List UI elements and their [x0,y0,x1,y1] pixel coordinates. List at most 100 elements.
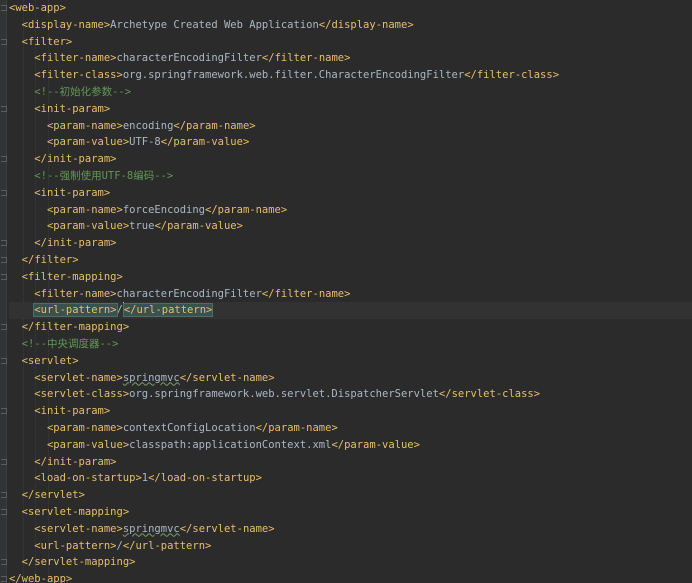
tag-bracket: > [103,186,111,199]
code-editor[interactable]: <web-app> <display-name>Archetype Create… [0,0,692,583]
code-line[interactable]: <filter-mapping> [9,269,692,286]
code-line[interactable]: </filter> [9,252,692,269]
code-line[interactable]: </web-app> [9,571,692,583]
fold-marker[interactable] [1,408,7,415]
tag-bracket: > [331,421,338,434]
tag-bracket: </ [160,136,174,149]
element-text: characterEncodingFilter [116,52,262,65]
open-tag-name: param-value [53,438,123,451]
code-line[interactable]: <init-param> [9,185,692,202]
open-tag-name: filter-name [40,287,111,300]
tag-bracket: </ [21,253,35,266]
code-line[interactable]: <filter-name>characterEncodingFilter</fi… [9,50,692,67]
close-tag: </url-pattern> [123,540,212,552]
fold-gutter[interactable] [0,0,7,583]
tag-bracket: > [206,304,213,317]
fold-end-marker[interactable] [1,492,7,499]
code-line[interactable]: <url-pattern>/</url-pattern> [9,302,692,320]
tag-bracket: > [72,354,79,367]
close-tag-name: param-name [186,119,250,132]
xml-comment: <!--强制使用UTF-8编码--> [34,169,174,182]
fold-marker[interactable] [1,189,7,196]
code-line[interactable]: <url-pattern>/</url-pattern> [9,538,692,555]
code-area[interactable]: <web-app> <display-name>Archetype Create… [9,0,692,583]
code-line[interactable]: <filter> [9,34,692,51]
close-tag-name: filter-class [476,69,553,82]
tag-bracket: > [268,371,275,384]
code-line[interactable]: <!--初始化参数--> [9,84,692,101]
tag-bracket: </ [261,52,275,65]
close-tag-name: param-name [268,421,332,434]
open-tag: <servlet-class> [34,388,129,400]
close-tag-name: filter [34,253,73,266]
close-tag: </param-name> [205,204,287,216]
open-tag-name: servlet-class [40,388,123,401]
tag-bracket: </ [34,455,47,468]
code-line[interactable]: </init-param> [9,151,692,168]
code-line[interactable]: <web-app> [9,0,692,17]
code-line[interactable]: <param-name>encoding</param-name> [9,118,692,135]
fold-end-marker[interactable] [1,324,7,331]
tag-bracket: > [205,539,212,552]
code-line[interactable]: <servlet-mapping> [9,504,692,521]
close-tag-name: url-pattern [135,539,206,552]
code-line[interactable]: <param-value>UTF-8</param-value> [9,134,692,151]
code-line[interactable]: </servlet> [9,487,692,504]
tag-bracket: > [78,489,85,502]
fold-end-marker[interactable] [1,156,7,163]
code-line[interactable]: <init-param> [9,403,692,420]
code-line[interactable]: <param-name>forceEncoding</param-name> [9,202,692,219]
code-line[interactable]: <init-param> [9,101,692,118]
open-tag-name: servlet [27,354,73,367]
code-line[interactable]: <!--强制使用UTF-8编码--> [9,168,692,185]
code-line[interactable]: </init-param> [9,454,692,471]
fold-marker[interactable] [1,38,7,45]
tag-bracket: </ [255,421,269,434]
fold-marker[interactable] [1,509,7,515]
fold-marker[interactable] [1,5,7,11]
code-line[interactable]: </servlet-mapping> [9,554,692,571]
close-tag: </load-on-startup> [148,472,262,484]
code-line[interactable]: <param-value>true</param-value> [9,218,692,235]
code-line[interactable]: <param-name>contextConfigLocation</param… [9,420,692,437]
open-tag-name: param-name [53,119,117,132]
element-text: springmvc [122,522,180,535]
fold-end-marker[interactable] [1,559,7,566]
close-tag: </filter-name> [262,52,351,64]
open-tag-name: init-param [40,405,104,418]
code-line[interactable]: <display-name>Archetype Created Web Appl… [9,17,692,34]
open-tag: <filter-name> [34,52,116,64]
fold-end-marker[interactable] [1,240,7,247]
fold-marker[interactable] [1,357,7,364]
code-line[interactable]: </init-param> [9,235,692,252]
open-tag: <load-on-startup> [34,472,141,484]
close-tag: </param-value> [161,136,250,148]
close-tag: </param-name> [256,422,338,434]
close-tag: </filter-class> [464,69,559,81]
tag-bracket: > [65,35,73,48]
code-line[interactable]: <servlet-class>org.springframework.web.s… [9,386,692,403]
code-line[interactable]: <param-value>classpath:applicationContex… [9,437,692,454]
open-tag: <url-pattern> [34,540,116,552]
fold-end-marker[interactable] [1,458,7,465]
fold-marker[interactable] [1,273,7,280]
close-tag: </display-name> [319,19,414,31]
tag-bracket: </ [464,69,477,82]
code-line[interactable]: <servlet> [9,353,692,370]
code-line[interactable]: <filter-name>characterEncodingFilter</fi… [9,286,692,303]
tag-bracket: > [249,119,256,132]
code-line[interactable]: <filter-class>org.springframework.web.fi… [9,67,692,84]
fold-end-marker[interactable] [1,257,7,263]
code-line[interactable]: <!--中央调度器--> [9,336,692,353]
open-tag: <param-value> [47,136,129,148]
tag-bracket: > [110,455,117,468]
code-line[interactable]: <servlet-name>springmvc</servlet-name> [9,521,692,538]
fold-end-marker[interactable] [1,576,7,583]
close-tag: </param-value> [331,439,420,451]
fold-marker[interactable] [1,105,7,112]
code-line[interactable]: <servlet-name>springmvc</servlet-name> [9,370,692,387]
code-line[interactable]: </filter-mapping> [9,319,692,336]
tag-bracket: </ [318,18,332,31]
open-tag-name: param-name [53,203,117,216]
code-line[interactable]: <load-on-startup>1</load-on-startup> [9,470,692,487]
